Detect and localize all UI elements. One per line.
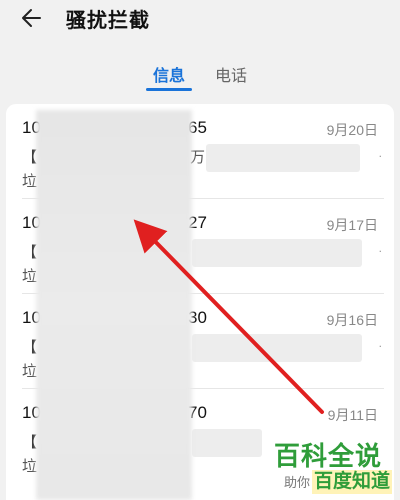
message-preview-start: 【: [22, 434, 38, 451]
tab-bar: 信息 电话: [0, 58, 400, 94]
blurred-preview: [192, 429, 262, 457]
blurred-preview: [206, 144, 360, 172]
page-title: 骚扰拦截: [66, 10, 150, 32]
watermark-help: 助你: [284, 475, 311, 490]
privacy-blur-overlay: [36, 110, 192, 500]
tab-messages[interactable]: 信息: [153, 62, 185, 86]
preview-ellipsis: .: [378, 146, 382, 160]
tab-calls[interactable]: 电话: [215, 62, 247, 86]
blurred-preview: [192, 239, 362, 267]
message-preview-start: 【: [22, 149, 38, 166]
message-date: 9月16日: [326, 312, 378, 328]
watermark-subtitle: 百度知道: [312, 470, 393, 494]
message-category: 垃: [22, 363, 38, 380]
back-button[interactable]: [14, 2, 50, 34]
message-category: 垃: [22, 173, 38, 190]
message-preview-visible: 万: [190, 149, 206, 166]
message-category: 垃: [22, 268, 38, 285]
active-tab-indicator: [146, 88, 192, 91]
arrow-left-icon: [22, 9, 41, 27]
header: 骚扰拦截 信息 电话: [0, 0, 400, 100]
message-category: 垃: [22, 458, 38, 475]
message-date: 9月20日: [326, 122, 378, 138]
preview-ellipsis: .: [378, 336, 382, 350]
message-preview-start: 【: [22, 244, 38, 261]
watermark-title: 百科全说: [274, 441, 383, 471]
message-date: 9月11日: [327, 407, 378, 423]
message-date: 9月17日: [326, 217, 378, 233]
blurred-preview: [192, 334, 362, 362]
watermark: 百科全说 助你 百度知道: [268, 436, 394, 500]
message-preview-start: 【: [22, 339, 38, 356]
preview-ellipsis: .: [378, 241, 382, 255]
